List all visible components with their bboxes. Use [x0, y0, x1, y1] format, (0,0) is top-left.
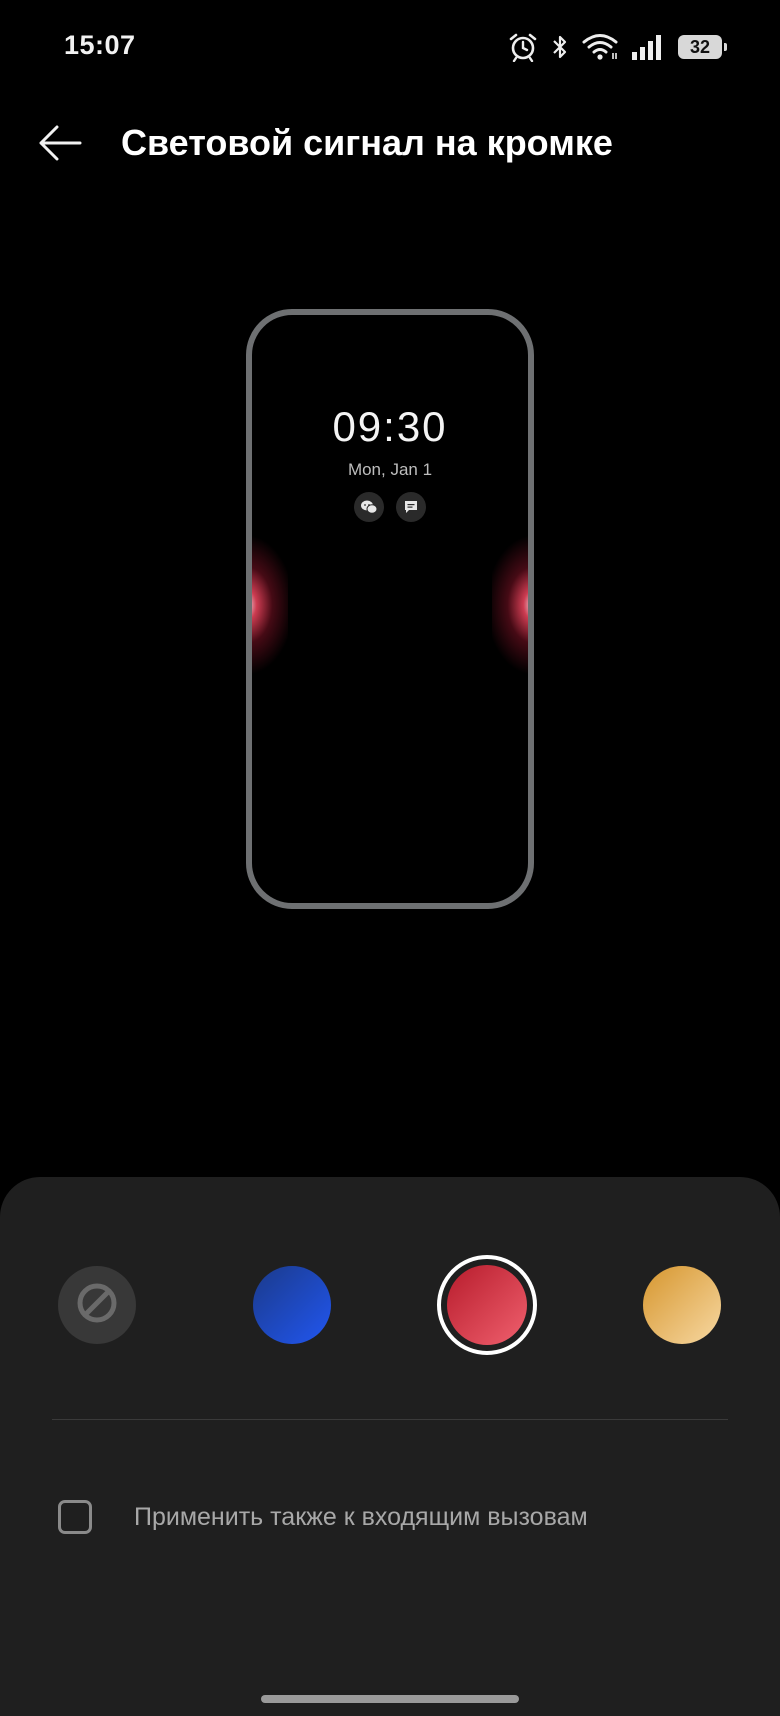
preview-notifications [252, 492, 528, 522]
status-time: 15:07 [64, 30, 136, 60]
color-swatches [0, 1255, 780, 1355]
page-title: Световой сигнал на кромке [121, 122, 613, 163]
alarm-icon [508, 32, 538, 62]
divider [52, 1419, 728, 1420]
apply-to-calls-label: Применить также к входящим вызовам [134, 1502, 588, 1531]
color-swatch-gold[interactable] [632, 1255, 732, 1355]
preview-date: Mon, Jan 1 [347, 460, 433, 479]
color-swatch-blue[interactable] [242, 1255, 342, 1355]
apply-to-calls-checkbox[interactable] [58, 1500, 92, 1534]
battery-level: 32 [689, 36, 711, 57]
status-icons: 32 [496, 30, 727, 64]
edge-light-right [492, 535, 528, 675]
color-swatch-none[interactable] [47, 1255, 147, 1355]
bottom-sheet: Применить также к входящим вызовам [0, 1177, 780, 1716]
message-icon [396, 492, 426, 522]
battery-icon: 32 [678, 35, 727, 59]
back-button[interactable] [30, 118, 90, 172]
edge-light-left [252, 535, 288, 675]
preview-clock: 09:30 [332, 403, 448, 450]
signal-icon [630, 33, 664, 61]
arrow-left-icon [36, 123, 84, 168]
status-bar: 15:07 32 [0, 0, 780, 96]
bluetooth-icon [550, 32, 570, 62]
disabled-icon [75, 1281, 119, 1330]
apply-to-calls-option[interactable]: Применить также к входящим вызовам [52, 1487, 728, 1547]
header: Световой сигнал на кромке [0, 100, 780, 190]
color-swatch-red[interactable] [437, 1255, 537, 1355]
wechat-icon [354, 492, 384, 522]
wifi-icon [582, 33, 618, 61]
home-indicator[interactable] [261, 1695, 519, 1703]
phone-preview: 09:30 Mon, Jan 1 [246, 309, 534, 909]
